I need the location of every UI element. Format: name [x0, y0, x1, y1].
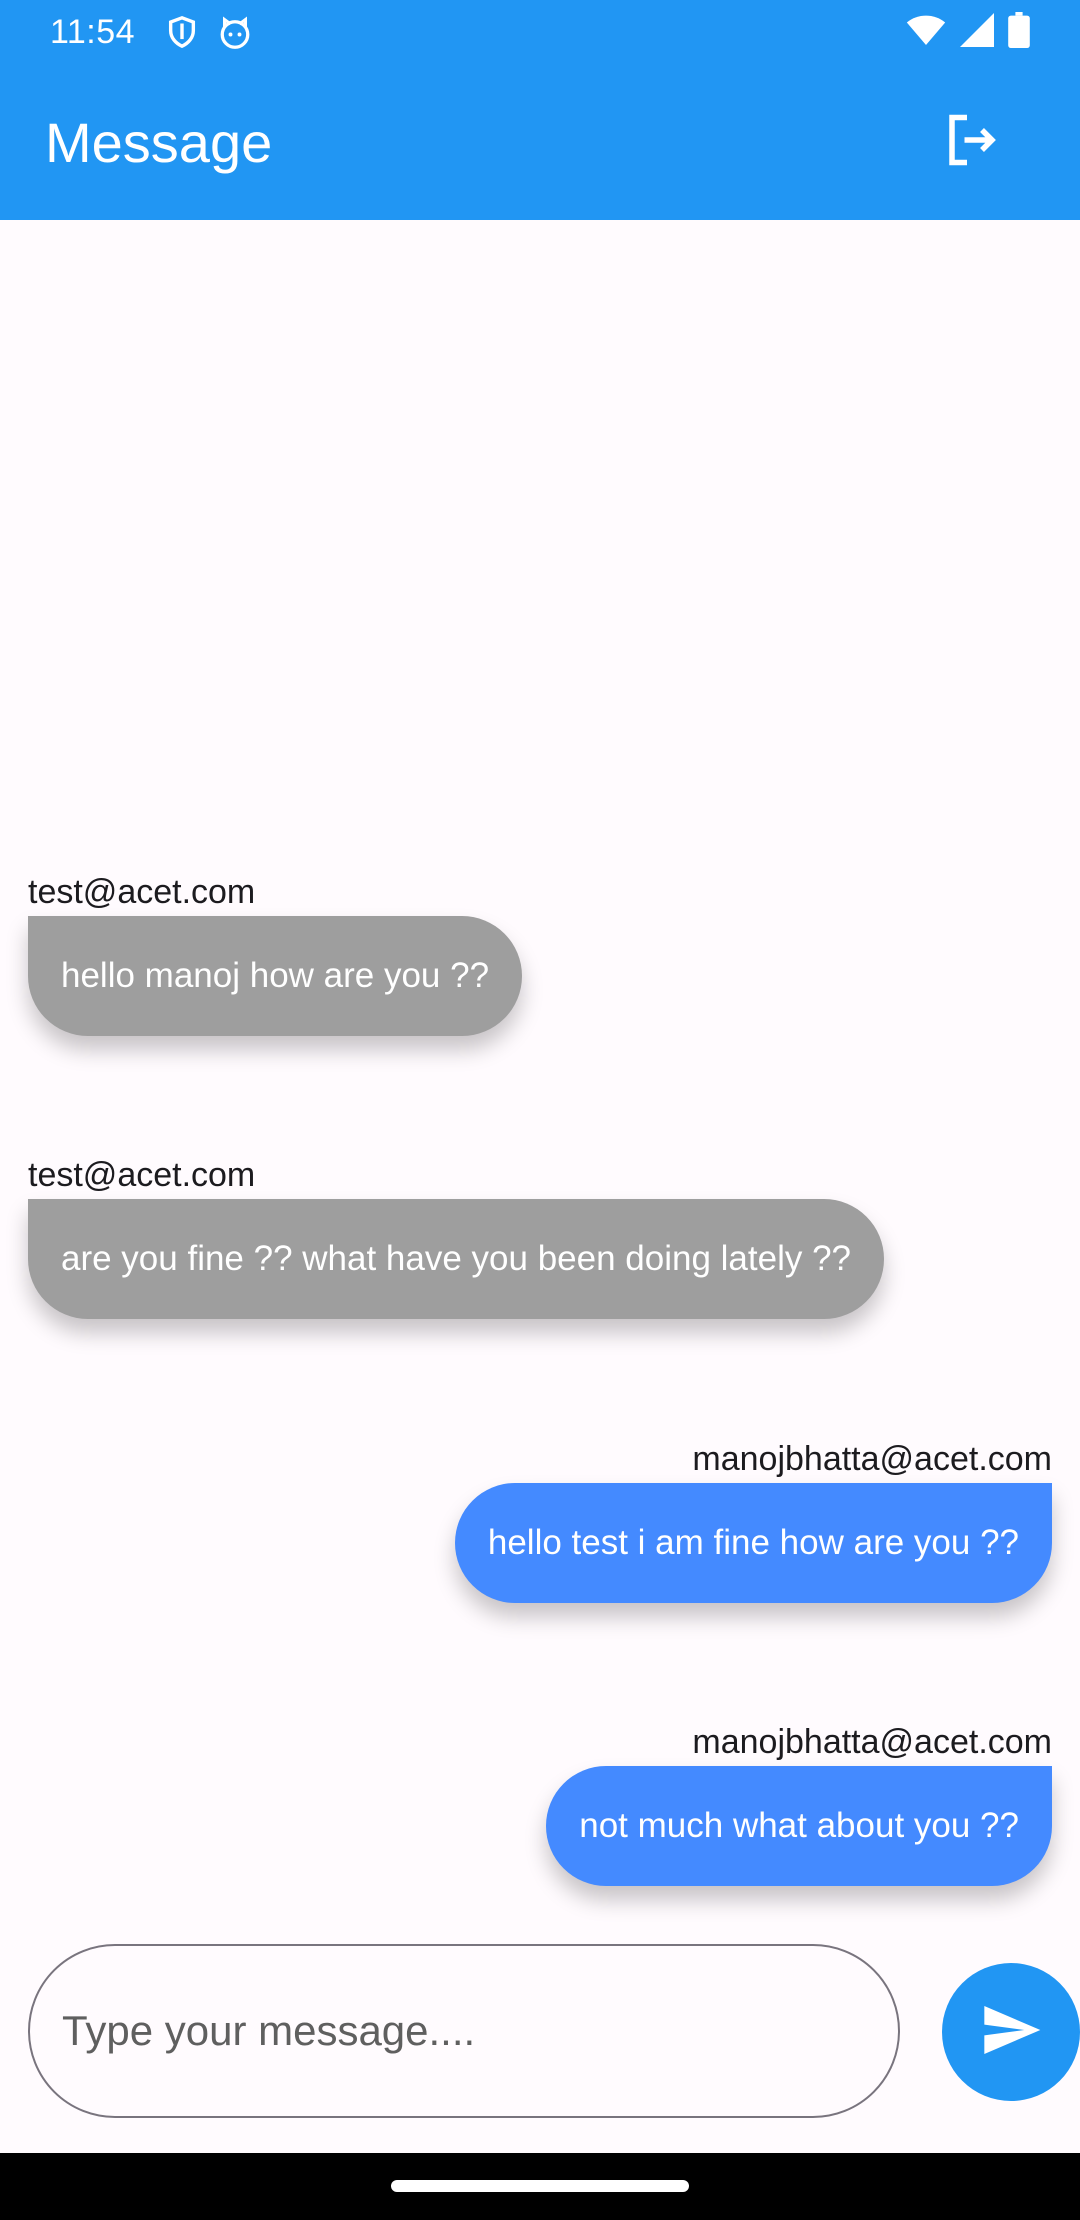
message-bubble: hello test i am fine how are you ?? [454, 1483, 1052, 1603]
logout-button[interactable] [927, 97, 1017, 187]
home-gesture-handle[interactable] [391, 2180, 689, 2192]
send-icon [979, 1998, 1043, 2067]
logout-icon [942, 110, 1002, 175]
wifi-icon [906, 13, 946, 52]
message-bubble: hello manoj how are you ?? [28, 916, 523, 1036]
shield-icon [165, 15, 199, 49]
message-bubble: are you fine ?? what have you been doing… [28, 1199, 885, 1319]
app-bar: 11:54 Message [0, 0, 1080, 220]
title-row: Message [0, 64, 1080, 220]
message-composer [28, 1944, 900, 2118]
message-input[interactable] [62, 2007, 866, 2055]
message-sender: test@acet.com [28, 1156, 256, 1194]
message-item: test@acet.com hello manoj how are you ?? [28, 872, 523, 1036]
cellular-icon [960, 12, 994, 52]
system-navigation-bar [0, 2153, 1080, 2220]
message-sender: test@acet.com [28, 873, 256, 911]
message-item: manojbhatta@acet.com hello test i am fin… [454, 1439, 1052, 1603]
status-right-icons [906, 11, 1030, 53]
status-time: 11:54 [50, 12, 136, 51]
message-item: test@acet.com are you fine ?? what have … [28, 1155, 885, 1319]
send-button[interactable] [942, 1963, 1080, 2101]
battery-icon [1008, 11, 1030, 53]
message-sender: manojbhatta@acet.com [692, 1440, 1052, 1478]
message-list[interactable]: test@acet.com hello manoj how are you ??… [0, 220, 1080, 1930]
cat-icon [217, 15, 251, 49]
message-bubble: not much what about you ?? [546, 1766, 1052, 1886]
message-item: manojbhatta@acet.com not much what about… [546, 1722, 1052, 1886]
message-sender: manojbhatta@acet.com [692, 1723, 1052, 1761]
status-bar: 11:54 [0, 0, 1080, 64]
page-title: Message [45, 110, 273, 174]
